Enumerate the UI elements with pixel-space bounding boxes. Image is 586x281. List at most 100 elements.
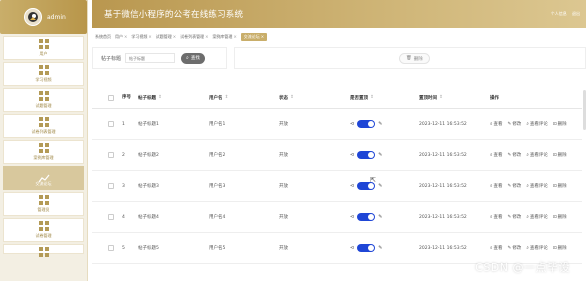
row-title: 帖子标题5: [138, 246, 159, 251]
view-button[interactable]: ⌕查看: [490, 120, 503, 129]
row-checkbox[interactable]: [108, 214, 114, 220]
close-icon[interactable]: ×: [205, 34, 208, 39]
select-all-checkbox[interactable]: [108, 94, 114, 101]
row-no: 1: [122, 121, 125, 127]
header-top[interactable]: 是否置顶 ⇕: [350, 87, 374, 108]
header-no: 序号: [122, 94, 131, 100]
row-status: 开放: [279, 246, 288, 251]
tab-forum[interactable]: 交流论坛 ×: [240, 32, 268, 41]
close-icon[interactable]: ×: [261, 34, 264, 39]
row-checkbox[interactable]: [108, 245, 114, 251]
tabs-bar: 系统首页 用户 × 学习视频 × 试题管理 × 试卷列表管理 × 案例库管理 × 交流论坛…: [92, 31, 586, 42]
sidebar-item-label: 案例库管理: [33, 155, 54, 160]
view-button[interactable]: ⌕查看: [490, 213, 503, 222]
sidebar-item-papers[interactable]: 试卷管理: [3, 218, 84, 242]
sort-icon[interactable]: ⇕: [158, 95, 162, 100]
avatar[interactable]: [24, 8, 42, 26]
close-icon[interactable]: ×: [124, 34, 127, 39]
row-checkbox[interactable]: [108, 121, 114, 127]
header-status[interactable]: 状态 ⇕: [279, 87, 294, 108]
sidebar-item-cases[interactable]: 案例库管理: [3, 140, 84, 164]
view-comments-button[interactable]: ⌕查看评论: [526, 151, 548, 160]
tab-cases[interactable]: 案例库管理 ×: [212, 34, 236, 40]
edit-icon[interactable]: ✎: [378, 214, 382, 220]
sidebar-item-admins[interactable]: 管理员: [3, 192, 84, 216]
edit-button[interactable]: ✎修改: [508, 182, 522, 191]
header-title[interactable]: 帖子标题 ⇕: [138, 87, 162, 108]
sidebar-item-more[interactable]: [3, 244, 84, 257]
edit-icon: ✎: [507, 183, 512, 189]
header-time[interactable]: 置顶时间 ⇕: [419, 87, 443, 108]
sidebar-item-users[interactable]: 用户: [3, 36, 84, 60]
pin-icon: ⊲: [350, 214, 355, 220]
edit-icon[interactable]: ✎: [378, 121, 382, 127]
view-comments-button[interactable]: ⌕查看评论: [526, 182, 548, 191]
delete-button[interactable]: ⊡删除: [553, 151, 567, 160]
sidebar-item-forum[interactable]: 交流论坛: [3, 166, 84, 190]
row-time: 2023-12-11 16:53:52: [419, 121, 467, 127]
sort-icon[interactable]: ⇕: [290, 95, 294, 100]
edit-icon[interactable]: ✎: [378, 152, 382, 158]
sidebar-item-label: 试卷管理: [35, 233, 52, 238]
row-no: 3: [122, 183, 125, 189]
edit-icon[interactable]: ✎: [378, 245, 382, 251]
sort-icon[interactable]: ⇕: [370, 95, 374, 100]
top-toggle[interactable]: [357, 151, 376, 159]
sort-icon[interactable]: ⇕: [439, 95, 443, 100]
tab-users[interactable]: 用户 ×: [115, 34, 127, 40]
close-icon[interactable]: ×: [173, 34, 176, 39]
view-comments-button[interactable]: ⌕查看评论: [526, 213, 548, 222]
close-icon[interactable]: ×: [233, 34, 236, 39]
view-comments-button[interactable]: ⌕查看评论: [526, 244, 548, 253]
logout-link[interactable]: 退出: [572, 11, 580, 16]
row-title: 帖子标题1: [138, 122, 159, 127]
edit-icon[interactable]: ✎: [378, 183, 382, 189]
edit-button[interactable]: ✎修改: [508, 213, 522, 222]
search-button[interactable]: ⌕ 查找: [181, 52, 205, 64]
sidebar-item-label: 交流论坛: [35, 181, 52, 186]
search-label: 帖子标题: [101, 55, 122, 62]
search-icon: ⌕: [490, 152, 493, 158]
search-icon: ⌕: [186, 55, 189, 61]
edit-button[interactable]: ✎修改: [508, 244, 522, 253]
row-checkbox[interactable]: [108, 152, 114, 158]
tab-home[interactable]: 系统首页: [95, 34, 111, 40]
row-title: 帖子标题2: [138, 153, 159, 158]
row-time: 2023-12-11 16:53:52: [419, 152, 467, 158]
search-icon: ⌕: [490, 214, 493, 220]
edit-button[interactable]: ✎修改: [508, 120, 522, 129]
view-button[interactable]: ⌕查看: [490, 182, 503, 191]
tab-questions[interactable]: 试题管理 ×: [156, 34, 176, 40]
delete-button[interactable]: ⊡删除: [553, 213, 567, 222]
sidebar-item-paper-list[interactable]: 试卷列表管理: [3, 114, 84, 138]
delete-button[interactable]: ⊡删除: [553, 182, 567, 191]
view-comments-button[interactable]: ⌕查看评论: [526, 120, 548, 129]
row-user: 用户名4: [209, 215, 226, 220]
batch-delete-button[interactable]: 🗑 删除: [399, 53, 430, 64]
search-icon: ⌕: [490, 183, 493, 189]
grid-icon: [38, 91, 49, 101]
row-checkbox[interactable]: [108, 183, 114, 189]
header-user[interactable]: 用户名 ⇕: [209, 87, 228, 108]
sidebar-item-questions[interactable]: 试题管理: [3, 88, 84, 112]
tab-paper-list[interactable]: 试卷列表管理 ×: [180, 34, 208, 40]
table-row: 1 帖子标题1 用户名1 开放 ⊲ ✎ 2023-12-11 16:53:52 ⌕…: [92, 109, 582, 140]
delete-button[interactable]: ⊡删除: [553, 120, 567, 129]
view-button[interactable]: ⌕查看: [490, 244, 503, 253]
sidebar-item-videos[interactable]: 学习视频: [3, 62, 84, 86]
top-header: 基于微信小程序的公考在线练习系统 个人信息 退出: [92, 0, 586, 28]
view-button[interactable]: ⌕查看: [490, 151, 503, 160]
sort-icon[interactable]: ⇕: [225, 95, 229, 100]
pin-icon: ⊲: [350, 245, 355, 251]
tab-videos[interactable]: 学习视频 ×: [131, 34, 151, 40]
close-icon[interactable]: ×: [148, 34, 151, 39]
user-center-link[interactable]: 个人信息: [551, 11, 567, 16]
delete-button[interactable]: ⊡删除: [553, 244, 567, 253]
row-status: 开放: [279, 122, 288, 127]
edit-button[interactable]: ✎修改: [508, 151, 522, 160]
sidebar-username: admin: [47, 13, 66, 21]
search-input[interactable]: [125, 53, 176, 63]
top-toggle[interactable]: [357, 244, 376, 252]
top-toggle[interactable]: [357, 120, 376, 128]
top-toggle[interactable]: [357, 213, 376, 221]
